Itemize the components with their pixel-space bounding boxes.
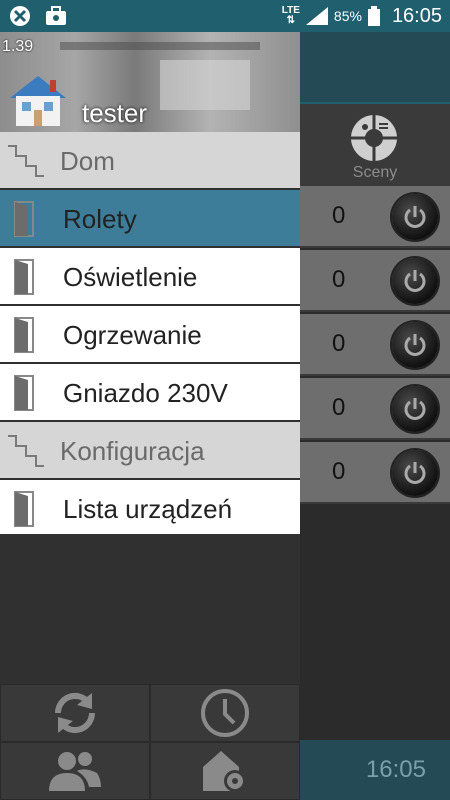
app-header [300,32,450,102]
menu-item-label: Oświetlenie [63,262,198,292]
navigation-drawer: 1.39 tester Dom Rolety Oświetlenie Ogrze… [0,32,300,800]
refresh-icon [54,692,96,734]
menu-item-label: Ogrzewanie [63,320,202,350]
drawer-header: 1.39 tester [0,32,300,132]
power-icon [404,334,426,356]
power-button[interactable] [392,258,438,304]
scenes-label: Sceny [352,164,398,181]
status-clock: 16:05 [391,4,442,27]
app-version: 1.39 [2,38,34,55]
door-icon [14,259,34,295]
power-icon [404,462,426,484]
device-value: 0 [332,394,346,421]
menu-item-oswietlenie[interactable]: Oświetlenie [0,248,300,306]
stairs-icon [8,435,44,467]
menu-item-label: Gniazdo 230V [63,378,228,408]
power-button[interactable] [392,322,438,368]
refresh-button[interactable] [0,684,150,742]
power-icon [404,206,426,228]
power-button[interactable] [392,450,438,496]
house-settings-icon [203,751,246,792]
menu-item-rolety[interactable]: Rolety [0,190,300,248]
section-label: Konfiguracja [60,436,205,466]
scenes-icon [351,115,397,161]
device-value: 0 [332,330,346,357]
tools-icon [8,5,32,27]
power-button[interactable] [392,194,438,240]
power-icon [404,270,426,292]
section-label: Dom [60,146,115,176]
clock-icon [201,689,249,737]
history-button[interactable] [150,684,300,742]
menu-item-label: Rolety [63,204,137,234]
power-icon [404,398,426,420]
door-icon [14,317,34,353]
stairs-icon [8,145,44,177]
device-value: 0 [332,458,346,485]
menu-item-ogrzewanie[interactable]: Ogrzewanie [0,306,300,364]
device-row[interactable]: 0 [300,442,450,504]
app-footer: 16:05 [300,740,450,800]
power-button[interactable] [392,386,438,432]
device-value: 0 [332,202,346,229]
device-row[interactable]: 0 [300,378,450,440]
door-icon [14,491,34,527]
users-button[interactable] [0,742,150,800]
menu-item-label: Lista urządzeń [63,494,233,524]
battery-percent: 85% [333,8,362,24]
door-icon [14,375,34,411]
menu-item-gniazdo[interactable]: Gniazdo 230V [0,364,300,422]
briefcase-icon [44,5,68,27]
signal-icon [305,7,328,25]
section-dom: Dom [0,132,300,190]
device-row[interactable]: 0 [300,250,450,312]
device-row[interactable]: 0 [300,186,450,248]
device-value: 0 [332,266,346,293]
users-icon [49,752,101,791]
username: tester [82,98,148,128]
battery-icon [367,6,380,26]
house-settings-button[interactable] [150,742,300,800]
door-icon [14,201,34,237]
device-row[interactable]: 0 [300,314,450,376]
house-logo-icon [10,76,66,126]
network-indicator: LTE ⇅ [281,5,300,26]
menu-item-lista-urzadzen[interactable]: Lista urządzeń [0,480,300,538]
footer-time: 16:05 [365,756,426,783]
status-bar: LTE ⇅ 85% 16:05 [0,0,450,32]
scenes-button[interactable]: Sceny [300,102,450,186]
section-konfiguracja: Konfiguracja [0,422,300,480]
